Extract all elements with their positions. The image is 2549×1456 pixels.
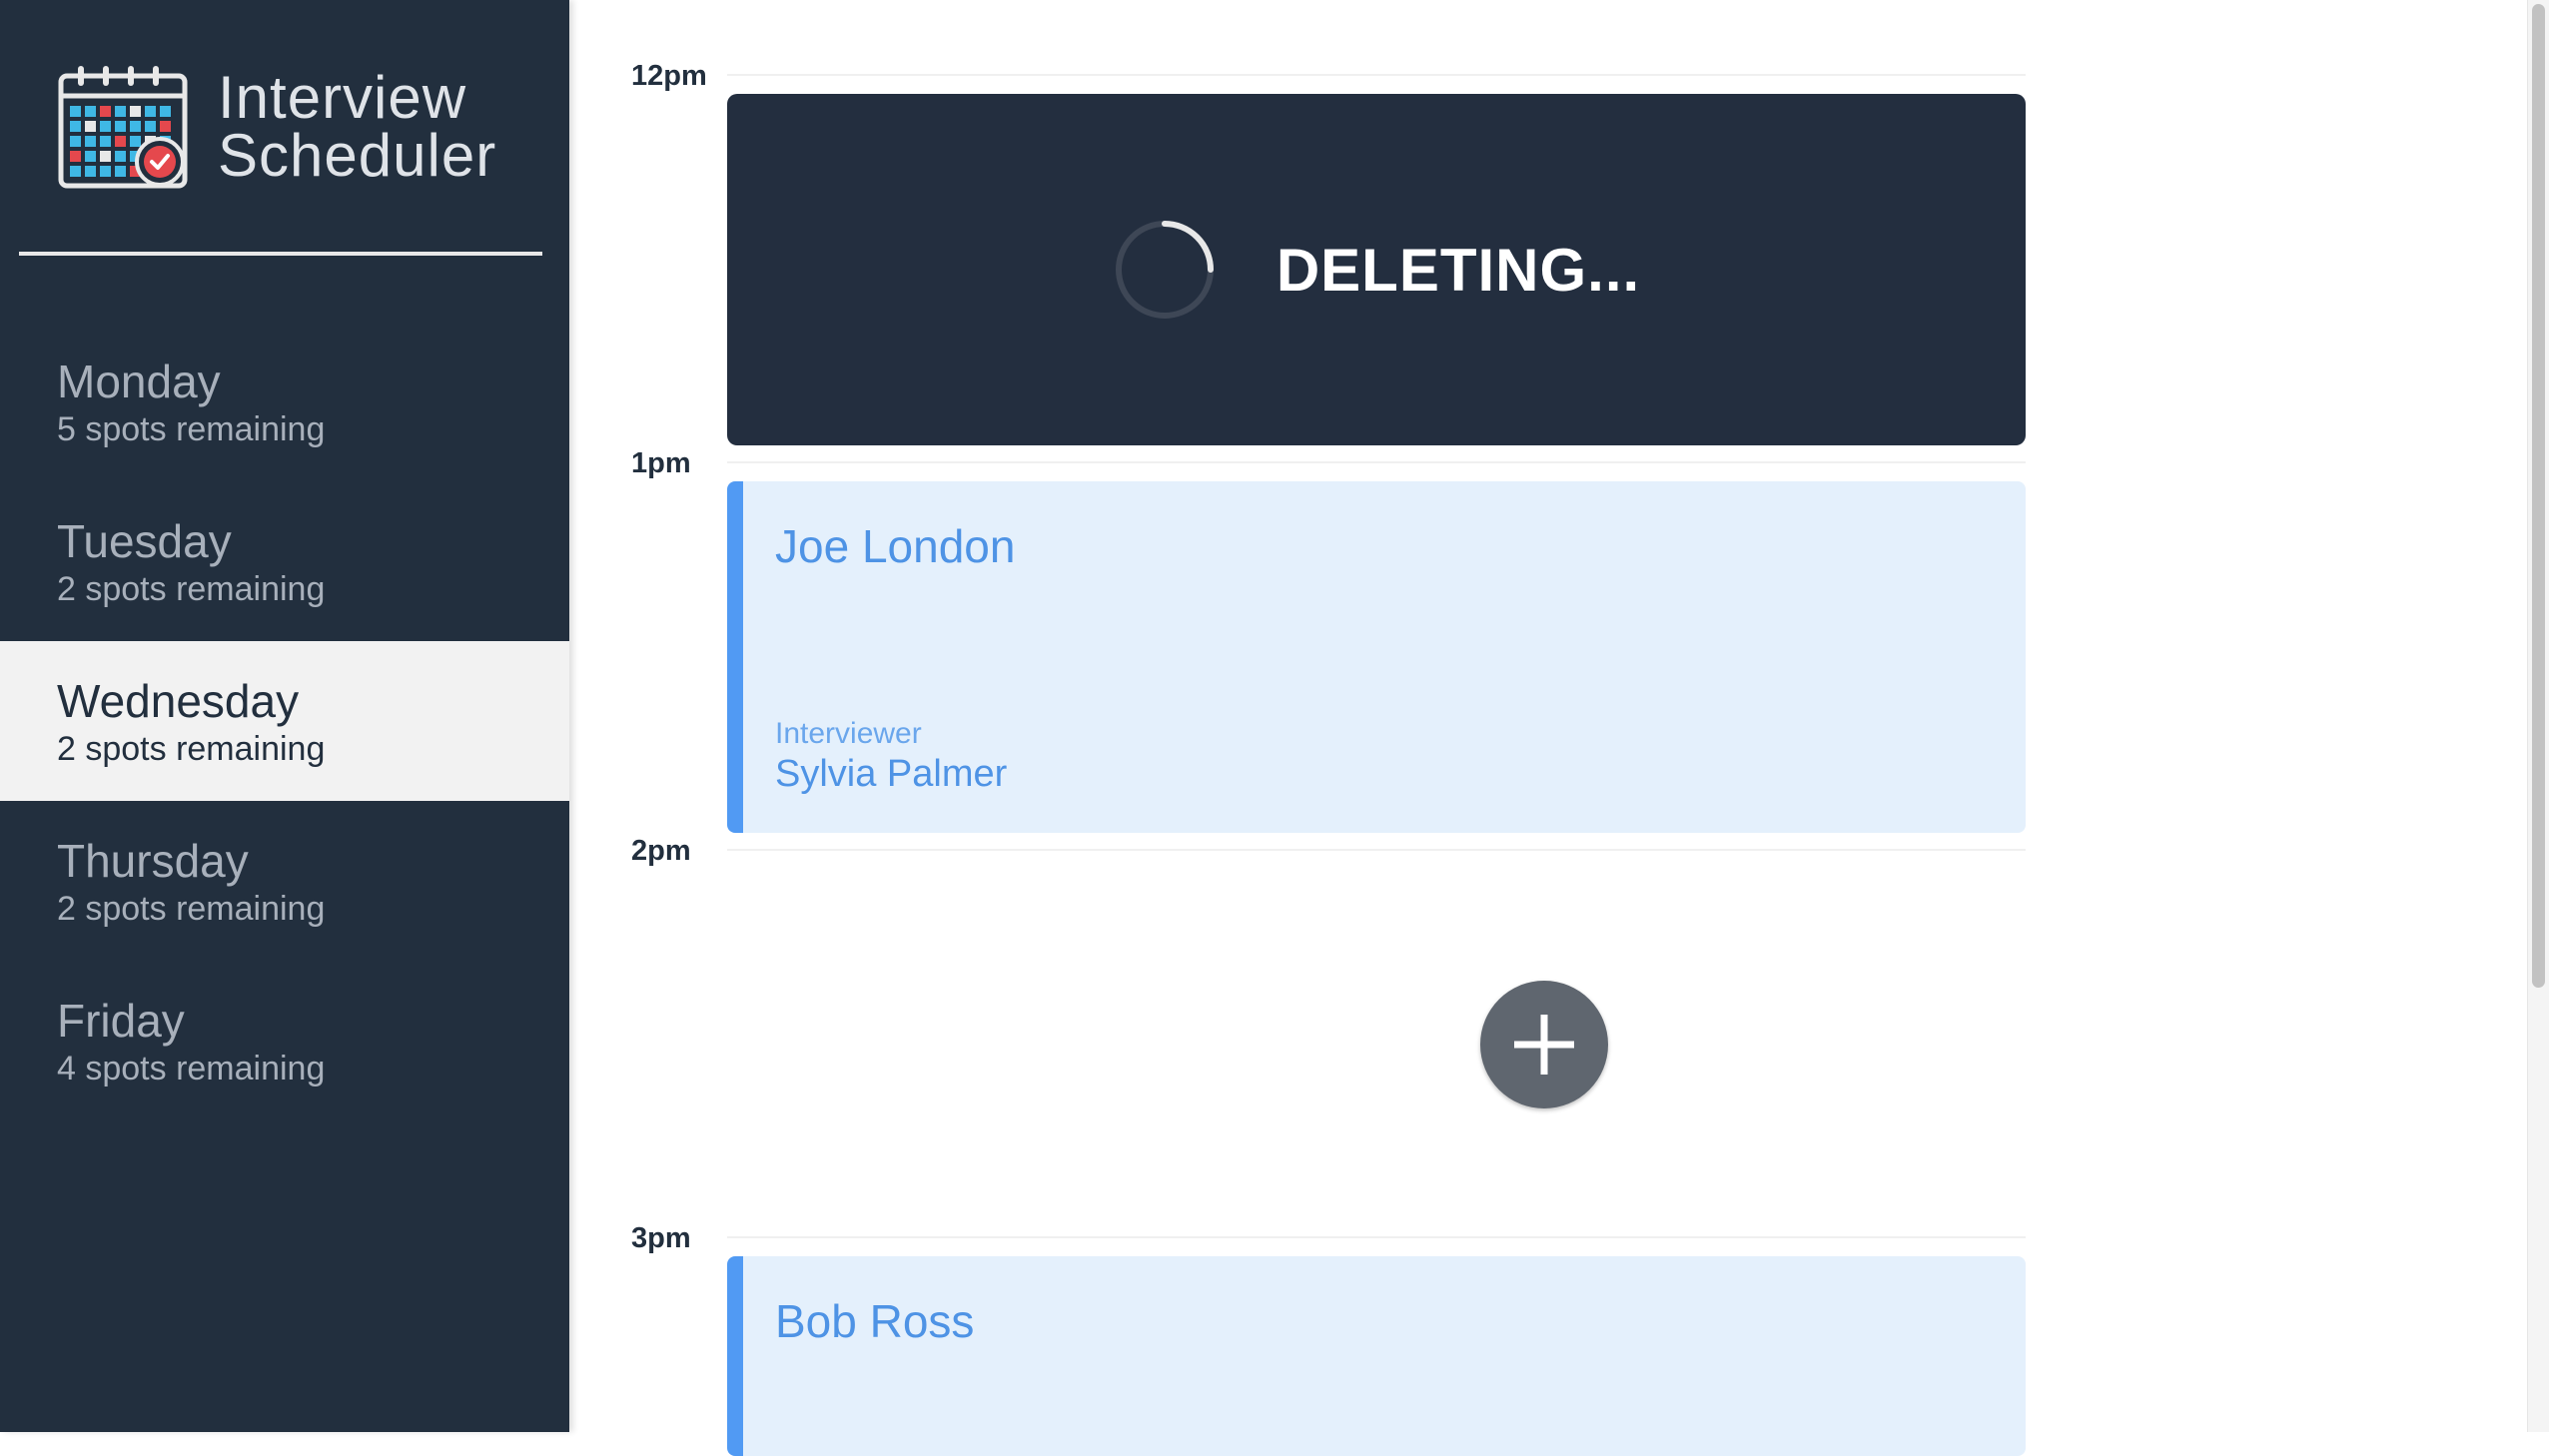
- day-name: Tuesday: [57, 515, 232, 567]
- app-title: Interview Scheduler: [218, 64, 497, 189]
- day-name: Thursday: [57, 835, 249, 887]
- day-item-thursday[interactable]: Thursday 2 spots remaining: [0, 801, 569, 961]
- day-spots: 2 spots remaining: [57, 730, 326, 768]
- appointment-card[interactable]: Bob Ross: [727, 1256, 2026, 1456]
- time-label-12pm: 12pm: [631, 60, 707, 92]
- day-name: Wednesday: [57, 675, 300, 727]
- schedule: 12pm DELETING... 1pm Joe London Intervie…: [569, 0, 2527, 1456]
- app-title-line1: Interview: [218, 64, 467, 131]
- student-name: Bob Ross: [775, 1295, 975, 1347]
- day-item-monday[interactable]: Monday 5 spots remaining: [0, 322, 569, 481]
- plus-icon: [1514, 1015, 1574, 1075]
- day-item-wednesday[interactable]: Wednesday 2 spots remaining: [0, 641, 569, 801]
- hour-divider: [727, 461, 2026, 463]
- day-spots: 4 spots remaining: [57, 1050, 326, 1088]
- hour-divider: [727, 74, 2026, 76]
- day-name: Monday: [57, 356, 221, 407]
- loading-spinner-icon: [1115, 221, 1214, 319]
- time-label-3pm: 3pm: [631, 1222, 691, 1254]
- calendar-check-icon: [58, 66, 188, 189]
- deleting-status-card: DELETING...: [727, 94, 2026, 445]
- sidebar: Interview Scheduler Monday 5 spots remai…: [0, 0, 569, 1432]
- student-name: Joe London: [775, 520, 1016, 572]
- day-spots: 2 spots remaining: [57, 890, 326, 928]
- add-appointment-button[interactable]: [1480, 981, 1608, 1108]
- day-name: Friday: [57, 995, 185, 1047]
- hour-divider: [727, 1236, 2026, 1238]
- time-label-2pm: 2pm: [631, 835, 691, 867]
- time-label-1pm: 1pm: [631, 447, 691, 479]
- app-brand: Interview Scheduler: [58, 64, 496, 190]
- day-item-friday[interactable]: Friday 4 spots remaining: [0, 961, 569, 1120]
- day-item-tuesday[interactable]: Tuesday 2 spots remaining: [0, 481, 569, 641]
- appointment-card[interactable]: Joe London Interviewer Sylvia Palmer: [727, 481, 2026, 833]
- interviewer-name: Sylvia Palmer: [775, 753, 1008, 795]
- interviewer-label: Interviewer: [775, 717, 922, 750]
- day-spots: 2 spots remaining: [57, 570, 326, 608]
- scrollbar-thumb[interactable]: [2532, 4, 2545, 988]
- day-spots: 5 spots remaining: [57, 410, 326, 448]
- scrollbar[interactable]: [2527, 0, 2549, 1432]
- sidebar-divider: [19, 252, 542, 256]
- day-list: Monday 5 spots remaining Tuesday 2 spots…: [0, 322, 569, 1120]
- deleting-status-text: DELETING...: [1275, 236, 1641, 304]
- hour-divider: [727, 849, 2026, 851]
- app-title-line2: Scheduler: [218, 122, 497, 189]
